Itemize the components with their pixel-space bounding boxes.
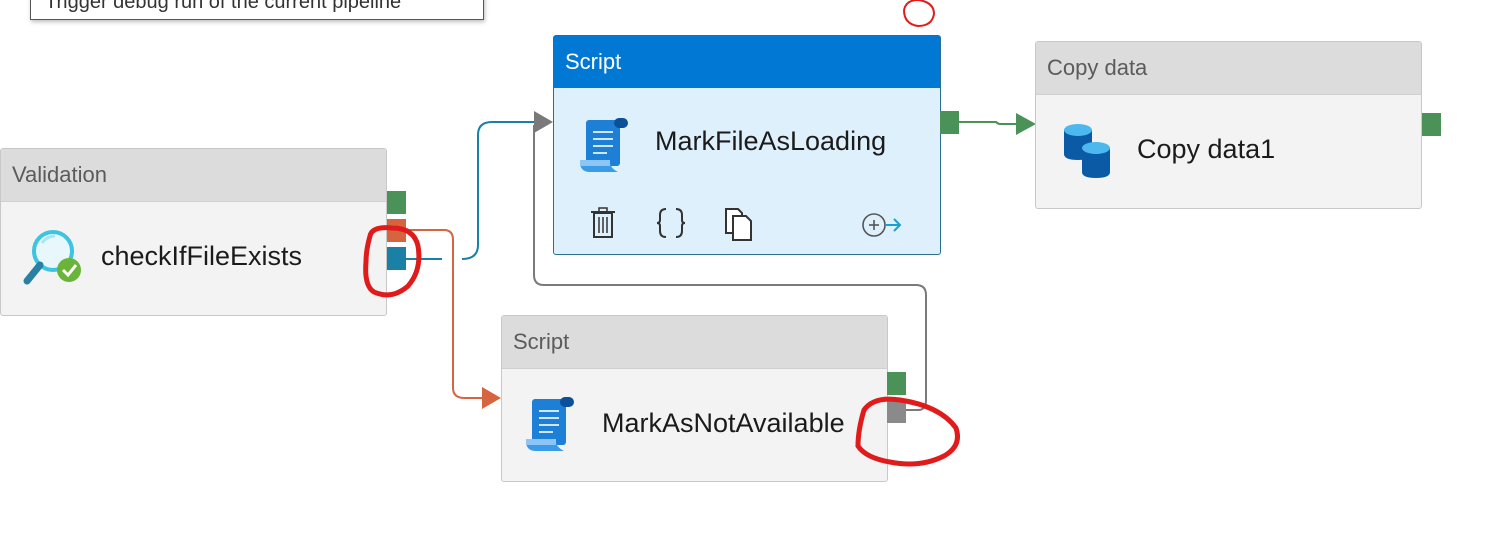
annotation-layer — [363, 0, 960, 467]
annotation-circle-skip-port — [855, 396, 960, 467]
annotation-circle-top — [903, 0, 936, 28]
annotation-circle-validation-port — [363, 225, 422, 298]
